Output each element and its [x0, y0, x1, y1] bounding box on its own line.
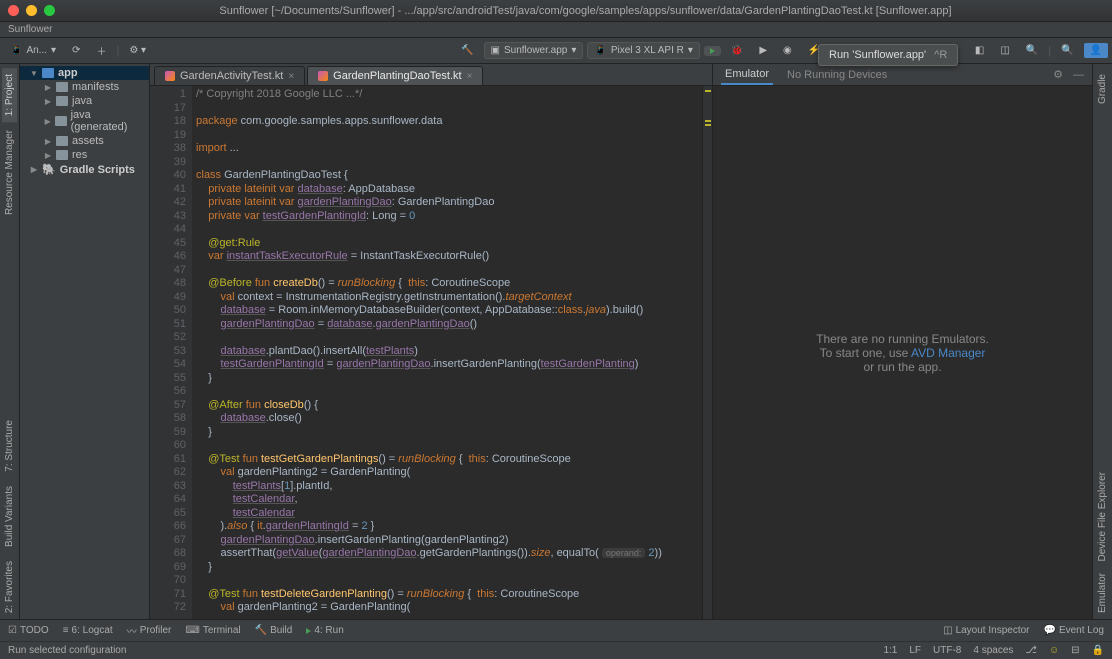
tab-garden-activity-test[interactable]: GardenActivityTest.kt×: [154, 66, 305, 85]
settings-icon[interactable]: ⚙ ▾: [123, 43, 152, 58]
tab-garden-planting-dao-test[interactable]: GardenPlantingDaoTest.kt×: [307, 66, 483, 85]
layout-inspector-tool[interactable]: ◫ Layout Inspector: [943, 625, 1029, 636]
project-breadcrumb[interactable]: Sunflower: [8, 24, 52, 35]
editor[interactable]: 117181938▶39404142434445464748495051↪52↪…: [150, 86, 712, 619]
editor-tabs: GardenActivityTest.kt× GardenPlantingDao…: [150, 64, 712, 86]
tree-item[interactable]: ▶java: [20, 94, 149, 108]
debug-button[interactable]: 🐞: [725, 43, 749, 58]
close-icon[interactable]: ×: [288, 71, 294, 82]
structure-tool-tab[interactable]: 7: Structure: [2, 414, 17, 478]
error-stripe[interactable]: [702, 86, 712, 619]
hide-panel-icon[interactable]: —: [1073, 69, 1084, 81]
account-icon[interactable]: 👤: [1084, 43, 1108, 58]
todo-tool[interactable]: ☑ TODO: [8, 625, 49, 636]
close-icon[interactable]: ×: [467, 71, 473, 82]
window-titlebar: Sunflower [~/Documents/Sunflower] - .../…: [0, 0, 1112, 22]
window-title: Sunflower [~/Documents/Sunflower] - .../…: [67, 5, 1104, 17]
tree-gradle-scripts[interactable]: ▶🐘 Gradle Scripts: [20, 162, 149, 177]
tree-module-app[interactable]: ▼app: [20, 66, 149, 80]
status-bar: Run selected configuration 1:1 LF UTF-8 …: [0, 641, 1112, 659]
make-button[interactable]: 🔨: [455, 43, 479, 58]
lock-icon[interactable]: 🔒: [1092, 645, 1104, 656]
memory-icon[interactable]: ⊟: [1071, 645, 1079, 656]
resource-manager-tab[interactable]: Resource Manager: [2, 124, 17, 221]
emulator-panel: Emulator No Running Devices ⚙ — There ar…: [712, 64, 1092, 619]
caret-position[interactable]: 1:1: [883, 645, 897, 656]
device-file-explorer-tab[interactable]: Device File Explorer: [1095, 466, 1110, 567]
build-tool[interactable]: 🔨 Build: [255, 625, 293, 636]
tree-item[interactable]: ▶assets: [20, 134, 149, 148]
project-panel: ▼app ▶manifests ▶java ▶java (generated) …: [20, 64, 150, 619]
run-button[interactable]: [704, 46, 721, 56]
right-tool-rail: Gradle Device File Explorer Emulator: [1092, 64, 1112, 619]
add-config-button[interactable]: ＋: [90, 41, 112, 60]
file-encoding[interactable]: UTF-8: [933, 645, 961, 656]
navigation-bar: Sunflower: [0, 22, 1112, 38]
profile-button[interactable]: ◉: [777, 43, 798, 58]
minimize-icon[interactable]: [26, 5, 37, 16]
event-log-tool[interactable]: 💬 Event Log: [1044, 625, 1105, 636]
device-selector[interactable]: 📱 Pixel 3 XL API R ▾: [587, 42, 699, 59]
project-tool-tab[interactable]: 1: Project: [2, 68, 17, 122]
emulator-empty-state: There are no running Emulators. To start…: [713, 86, 1092, 619]
left-tool-rail: 1: Project Resource Manager 7: Structure…: [0, 64, 20, 619]
traffic-lights[interactable]: [8, 5, 55, 16]
git-branch-icon[interactable]: ⎇: [1025, 645, 1037, 656]
troubleshoot-button[interactable]: 🔍: [1020, 43, 1044, 58]
build-variants-tab[interactable]: Build Variants: [2, 480, 17, 553]
resource-manager-button[interactable]: ◧: [969, 43, 990, 58]
no-devices-tab[interactable]: No Running Devices: [783, 66, 891, 84]
inspection-icon[interactable]: ☺: [1049, 645, 1059, 656]
panel-settings-icon[interactable]: ⚙: [1053, 68, 1063, 81]
tree-item[interactable]: ▶res: [20, 148, 149, 162]
run-tooltip: Run 'Sunflower.app'^R: [818, 44, 958, 66]
gradle-tool-tab[interactable]: Gradle: [1095, 68, 1110, 110]
terminal-tool[interactable]: ⌨ Terminal: [185, 625, 240, 636]
run-tool[interactable]: 4: Run: [306, 625, 343, 636]
profiler-tool[interactable]: 〰 Profiler: [127, 623, 172, 638]
zoom-icon[interactable]: [44, 5, 55, 16]
kotlin-file-icon: [165, 71, 175, 81]
line-ending[interactable]: LF: [909, 645, 921, 656]
logcat-tool[interactable]: ≡ 6: Logcat: [63, 625, 113, 636]
avd-manager-link[interactable]: AVD Manager: [911, 346, 985, 360]
layout-inspector-button[interactable]: ◫: [994, 43, 1015, 58]
sync-icon[interactable]: ⟳: [66, 43, 86, 58]
bottom-tool-bar: ☑ TODO ≡ 6: Logcat 〰 Profiler ⌨ Terminal…: [0, 619, 1112, 641]
editor-area: GardenActivityTest.kt× GardenPlantingDao…: [150, 64, 712, 619]
gutter[interactable]: 117181938▶39404142434445464748495051↪52↪…: [150, 86, 192, 619]
emulator-tool-tab[interactable]: Emulator: [1095, 567, 1110, 619]
search-everywhere-button[interactable]: 🔍: [1055, 43, 1079, 58]
scope-selector[interactable]: 📱 An... ▾: [4, 43, 62, 58]
code-content[interactable]: /* Copyright 2018 Google LLC ...*/packag…: [192, 86, 702, 619]
tree-item[interactable]: ▶java (generated): [20, 108, 149, 134]
tree-item[interactable]: ▶manifests: [20, 80, 149, 94]
kotlin-file-icon: [318, 71, 328, 81]
emulator-tab[interactable]: Emulator: [721, 65, 773, 85]
favorites-tool-tab[interactable]: 2: Favorites: [2, 555, 17, 619]
close-icon[interactable]: [8, 5, 19, 16]
status-message: Run selected configuration: [8, 645, 126, 656]
indent-settings[interactable]: 4 spaces: [973, 645, 1013, 656]
coverage-button[interactable]: ▶: [753, 43, 773, 58]
run-config-selector[interactable]: ▣ Sunflower.app ▾: [484, 42, 584, 59]
